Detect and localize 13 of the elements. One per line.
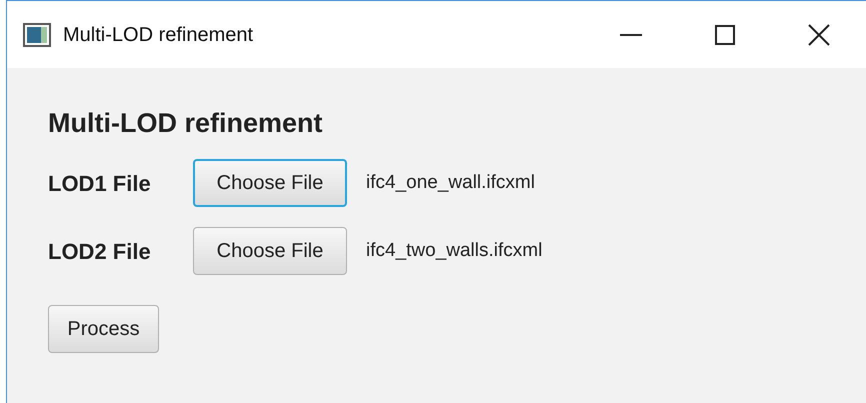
process-button[interactable]: Process [48,305,159,353]
page-heading: Multi-LOD refinement [48,107,324,140]
choose-file-button[interactable]: Choose File [193,227,347,275]
file-name: ifc4_one_wall.ifcxml [366,170,535,195]
window-title: Multi-LOD refinement [63,22,254,48]
close-icon [808,24,830,46]
file-label: LOD1 File [48,170,152,198]
choose-file-button[interactable]: Choose File [193,159,347,207]
minimize-icon [620,34,642,36]
app-icon [23,22,51,46]
file-name: ifc4_two_walls.ifcxml [366,238,542,263]
file-label: LOD2 File [48,238,152,266]
maximize-icon [715,24,735,44]
